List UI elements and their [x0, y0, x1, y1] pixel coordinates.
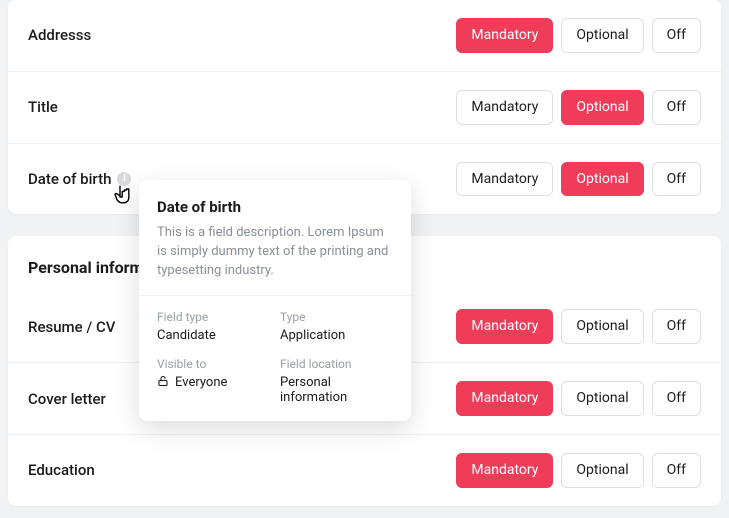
state-toggle: MandatoryOptional Off — [456, 381, 701, 416]
field-label: Title — [28, 98, 58, 116]
field-row-education: Education MandatoryOptional Off — [8, 435, 721, 506]
off-button[interactable]: Off — [652, 309, 701, 344]
info-icon[interactable]: i — [117, 172, 131, 186]
field-row-address: Addresss MandatoryOptional Off — [8, 0, 721, 72]
state-toggle: MandatoryOptional Off — [456, 309, 701, 344]
popover-title: Date of birth — [157, 198, 393, 216]
field-label: Date of birth — [28, 170, 111, 188]
mandatory-button[interactable]: Mandatory — [456, 381, 553, 416]
mandatory-button[interactable]: Mandatory — [456, 162, 553, 197]
popover-location-label: Field location — [280, 357, 393, 371]
popover-type-label: Type — [280, 310, 393, 324]
popover-type-value: Application — [280, 328, 393, 343]
field-label-wrap: Addresss — [28, 26, 91, 44]
off-button[interactable]: Off — [652, 162, 701, 197]
optional-button[interactable]: Optional — [561, 453, 643, 488]
field-label-wrap: Title — [28, 98, 58, 116]
popover-description: This is a field description. Lorem Ipsum… — [157, 224, 393, 281]
field-label-wrap: Resume / CV — [28, 318, 115, 336]
popover-field-type-label: Field type — [157, 310, 270, 324]
popover-visible-value: Everyone — [157, 375, 270, 391]
mandatory-button[interactable]: Mandatory — [456, 453, 553, 488]
optional-button[interactable]: Optional — [561, 18, 643, 53]
popover-field-type-value: Candidate — [157, 328, 270, 343]
off-button[interactable]: Off — [652, 453, 701, 488]
state-toggle: MandatoryOptional Off — [456, 18, 701, 53]
popover-visible-label: Visible to — [157, 357, 270, 371]
off-button[interactable]: Off — [652, 90, 701, 125]
state-toggle: MandatoryOptional Off — [456, 90, 701, 125]
mandatory-button[interactable]: Mandatory — [456, 90, 553, 125]
optional-button[interactable]: Optional — [561, 381, 643, 416]
popover-location-value: Personal information — [280, 375, 393, 405]
field-info-popover: Date of birth This is a field descriptio… — [139, 180, 411, 421]
off-button[interactable]: Off — [652, 18, 701, 53]
unlock-icon — [157, 375, 169, 391]
field-label-wrap: Education — [28, 461, 95, 479]
field-label: Addresss — [28, 26, 91, 44]
optional-button[interactable]: Optional — [561, 162, 643, 197]
field-row-title: Title MandatoryOptional Off — [8, 72, 721, 144]
field-label-wrap: Date of birth i — [28, 170, 131, 188]
optional-button[interactable]: Optional — [561, 309, 643, 344]
optional-button[interactable]: Optional — [561, 90, 643, 125]
state-toggle: MandatoryOptional Off — [456, 453, 701, 488]
field-label: Resume / CV — [28, 318, 115, 336]
field-label: Education — [28, 461, 95, 479]
field-label-wrap: Cover letter — [28, 390, 106, 408]
field-label: Cover letter — [28, 390, 106, 408]
off-button[interactable]: Off — [652, 381, 701, 416]
mandatory-button[interactable]: Mandatory — [456, 18, 553, 53]
state-toggle: MandatoryOptional Off — [456, 162, 701, 197]
mandatory-button[interactable]: Mandatory — [456, 309, 553, 344]
